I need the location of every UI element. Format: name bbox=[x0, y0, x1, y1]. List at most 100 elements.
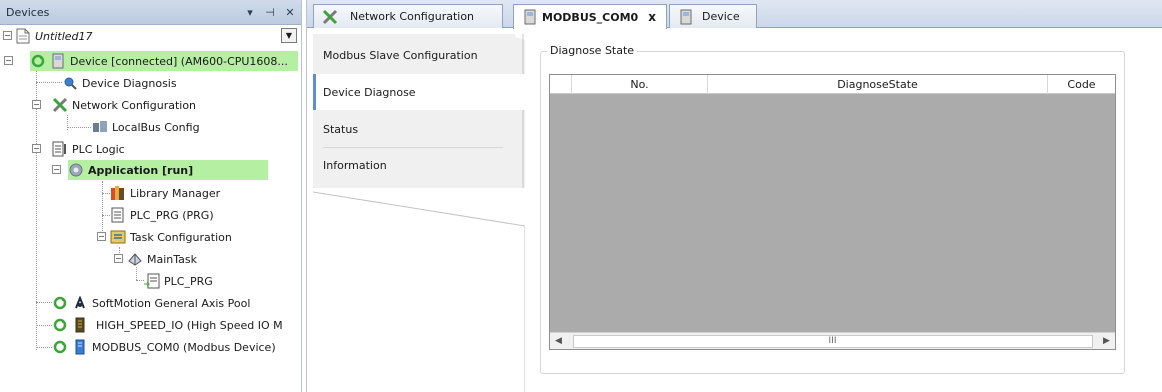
task-config-icon bbox=[110, 229, 126, 245]
devices-pane: Devices ▾ ⊣ ✕ − Untitled17 ▼ − Device [c… bbox=[0, 0, 302, 392]
modbus-device-icon bbox=[72, 339, 88, 355]
row-header-corner bbox=[550, 75, 572, 94]
tree-item-label: PLC_PRG bbox=[164, 274, 213, 288]
devices-header: Devices ▾ ⊣ ✕ bbox=[0, 0, 301, 25]
scroll-right-icon[interactable]: ▶ bbox=[1098, 333, 1115, 349]
localbus-icon bbox=[92, 119, 108, 135]
tree-line bbox=[102, 181, 103, 239]
column-header-code[interactable]: Code bbox=[1048, 75, 1115, 94]
collapse-toggle-icon[interactable]: − bbox=[114, 254, 123, 263]
document-tab-strip: Network Configuration MODBUS_COM0 x Devi… bbox=[307, 0, 1162, 29]
tree-item-label: Task Configuration bbox=[130, 230, 232, 244]
tree-item-high-speed-io[interactable]: HIGH_SPEED_IO (High Speed IO M bbox=[52, 315, 300, 335]
tree-item-label: Device Diagnosis bbox=[82, 76, 177, 90]
tree-item-label: LocalBus Config bbox=[112, 120, 200, 134]
tab-label: Network Configuration bbox=[350, 10, 475, 23]
tree-item-label: Untitled17 bbox=[35, 29, 93, 43]
close-icon[interactable]: ✕ bbox=[283, 5, 297, 19]
collapse-toggle-icon[interactable]: − bbox=[32, 100, 41, 109]
collapse-toggle-icon[interactable]: − bbox=[32, 144, 41, 153]
network-config-icon bbox=[52, 97, 68, 113]
tab-information[interactable]: Information bbox=[313, 147, 525, 183]
scroll-grip-icon: III bbox=[828, 336, 837, 346]
project-file-icon bbox=[15, 28, 31, 44]
tab-network-configuration[interactable]: Network Configuration bbox=[313, 4, 503, 28]
tree-item-label: Device [connected] (AM600-CPU1608... bbox=[70, 54, 288, 68]
tab-device-diagnose[interactable]: Device Diagnose bbox=[313, 74, 525, 110]
pin-icon[interactable]: ⊣ bbox=[263, 5, 277, 19]
tree-item-localbus-config[interactable]: LocalBus Config bbox=[92, 117, 282, 137]
tree-item-label: Application [run] bbox=[88, 163, 194, 177]
diagnose-state-group: Diagnose State No. DiagnoseState Code ◀ … bbox=[540, 44, 1125, 374]
tree-item-task-configuration[interactable]: − Task Configuration bbox=[97, 227, 290, 247]
tree-item-application[interactable]: − Application [run] bbox=[52, 160, 268, 180]
tab-modbus-com0[interactable]: MODBUS_COM0 x bbox=[513, 4, 667, 29]
network-config-icon bbox=[322, 9, 338, 25]
tab-device[interactable]: Device bbox=[669, 4, 757, 28]
tree-item-plc-prg-call[interactable]: PLC_PRG bbox=[144, 271, 284, 291]
tree-item-project[interactable]: − Untitled17 bbox=[0, 26, 302, 46]
tab-modbus-slave-configuration[interactable]: Modbus Slave Configuration bbox=[313, 37, 525, 73]
diagnose-grid[interactable]: No. DiagnoseState Code ◀ III ▶ bbox=[549, 74, 1116, 350]
connected-status-icon bbox=[52, 339, 68, 355]
side-tab-label: Information bbox=[323, 158, 387, 172]
pane-menu-dropdown-icon[interactable]: ▾ bbox=[243, 5, 257, 19]
tree-item-plc-prg[interactable]: PLC_PRG (PRG) bbox=[110, 205, 290, 225]
plc-logic-icon bbox=[52, 141, 68, 157]
axis-pool-icon bbox=[72, 295, 88, 311]
tree-item-label: MODBUS_COM0 (Modbus Device) bbox=[92, 340, 276, 354]
collapse-toggle-icon[interactable]: − bbox=[4, 56, 13, 65]
io-module-icon bbox=[72, 317, 88, 333]
scroll-left-icon[interactable]: ◀ bbox=[550, 333, 567, 349]
tab-label: Device bbox=[702, 10, 740, 23]
close-tab-icon[interactable]: x bbox=[648, 10, 656, 24]
collapse-toggle-icon[interactable]: − bbox=[97, 232, 106, 241]
tree-line bbox=[36, 70, 37, 350]
diagnosis-icon bbox=[62, 75, 78, 91]
tree-item-plc-logic[interactable]: − PLC Logic bbox=[32, 139, 282, 159]
side-tab-list: Modbus Slave Configuration Device Diagno… bbox=[313, 34, 525, 392]
device-icon bbox=[678, 9, 694, 25]
scrollbar-thumb[interactable]: III bbox=[572, 334, 1093, 348]
tree-item-device[interactable]: − Device [connected] (AM600-CPU1608... bbox=[4, 51, 298, 71]
side-tab-label: Modbus Slave Configuration bbox=[323, 48, 478, 62]
tree-item-label: PLC_PRG (PRG) bbox=[130, 208, 214, 222]
side-tab-label: Status bbox=[323, 122, 359, 136]
tree-item-softmotion[interactable]: SoftMotion General Axis Pool bbox=[52, 293, 292, 313]
library-books-icon bbox=[110, 185, 126, 201]
application-gear-icon bbox=[68, 162, 84, 178]
project-dropdown-button[interactable]: ▼ bbox=[281, 28, 297, 43]
tree-item-label: SoftMotion General Axis Pool bbox=[92, 296, 251, 310]
tab-label: MODBUS_COM0 bbox=[542, 10, 639, 24]
tree-item-label: Network Configuration bbox=[72, 98, 197, 112]
tree-item-label: PLC Logic bbox=[72, 142, 125, 156]
program-file-icon bbox=[110, 207, 126, 223]
tree-item-modbus-com0[interactable]: MODBUS_COM0 (Modbus Device) bbox=[52, 337, 292, 357]
tree-item-label: MainTask bbox=[147, 252, 197, 266]
modbus-device-icon bbox=[522, 9, 538, 25]
tree-item-main-task[interactable]: − MainTask bbox=[114, 249, 287, 269]
connected-status-icon bbox=[30, 53, 46, 69]
tree-item-device-diagnosis[interactable]: Device Diagnosis bbox=[62, 73, 282, 93]
tree-item-network-configuration[interactable]: − Network Configuration bbox=[32, 95, 282, 115]
tree-item-label: Library Manager bbox=[130, 186, 221, 200]
side-tab-label: Device Diagnose bbox=[323, 85, 416, 99]
editor-area: Network Configuration MODBUS_COM0 x Devi… bbox=[306, 0, 1162, 392]
connected-status-icon bbox=[52, 295, 68, 311]
collapse-toggle-icon[interactable]: − bbox=[52, 165, 61, 174]
tree-item-library-manager[interactable]: Library Manager bbox=[110, 183, 290, 203]
grid-header: No. DiagnoseState Code bbox=[550, 75, 1115, 94]
horizontal-scrollbar[interactable]: ◀ III ▶ bbox=[550, 332, 1115, 349]
device-icon bbox=[50, 53, 66, 69]
group-title: Diagnose State bbox=[547, 44, 638, 57]
tree-item-label: HIGH_SPEED_IO (High Speed IO M bbox=[96, 318, 283, 332]
column-header-no[interactable]: No. bbox=[572, 75, 708, 94]
connected-status-icon bbox=[52, 317, 68, 333]
scrollbar-track[interactable]: III bbox=[567, 333, 1098, 349]
task-icon bbox=[127, 251, 143, 267]
program-call-icon bbox=[144, 273, 160, 289]
collapse-toggle-icon[interactable]: − bbox=[3, 31, 12, 40]
devices-title: Devices bbox=[6, 5, 50, 19]
tab-status[interactable]: Status bbox=[313, 111, 525, 147]
column-header-diagnose-state[interactable]: DiagnoseState bbox=[708, 75, 1048, 94]
